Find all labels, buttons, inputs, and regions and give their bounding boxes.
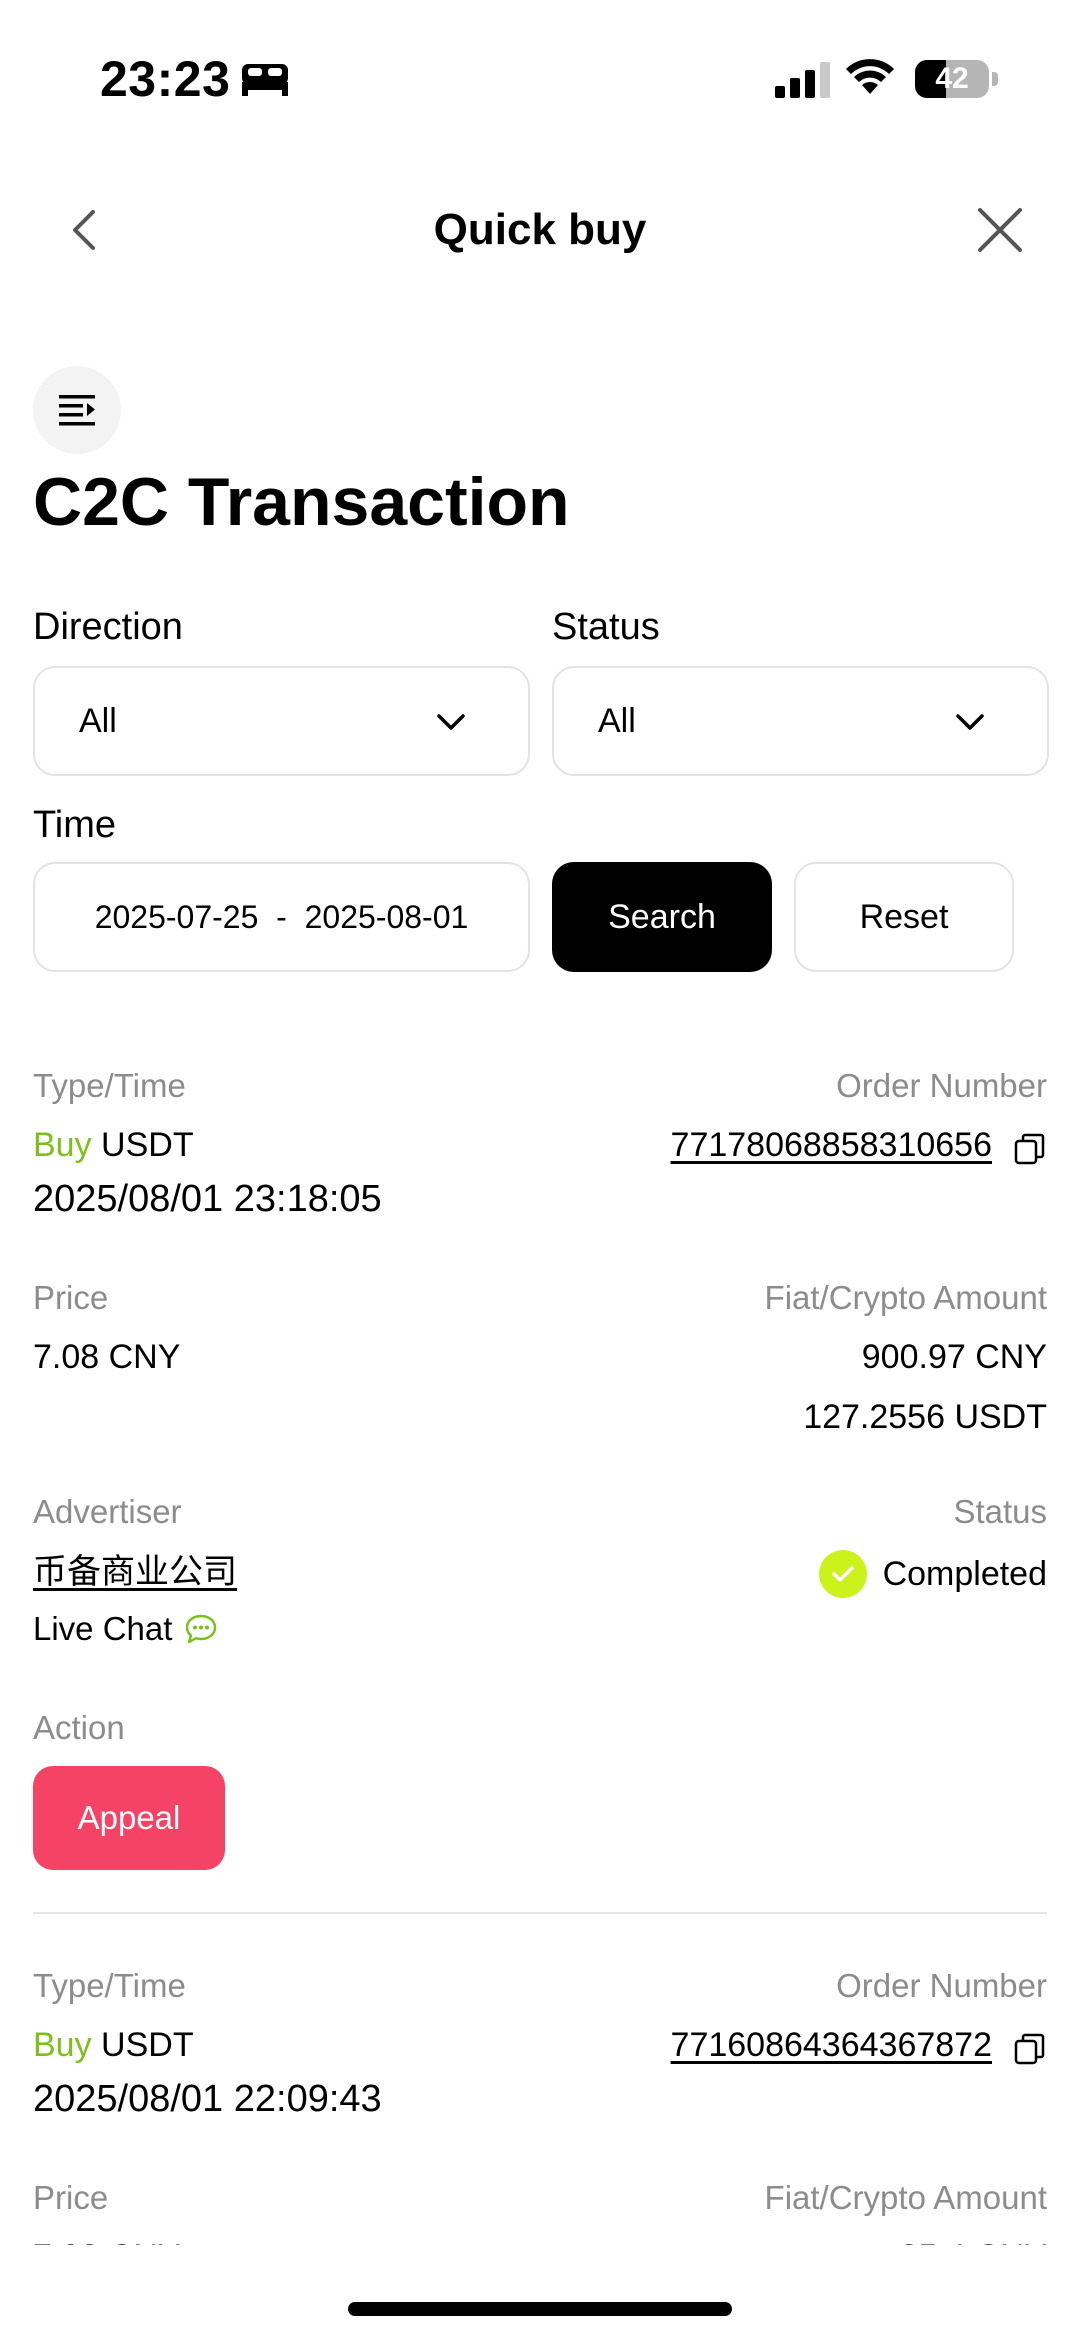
- amount-label: Fiat/Crypto Amount: [764, 2179, 1047, 2216]
- direction-buy: Buy: [33, 2026, 92, 2064]
- home-indicator[interactable]: [348, 2302, 732, 2316]
- copy-icon[interactable]: [1013, 2032, 1047, 2066]
- type-time-label: Type/Time: [33, 1967, 186, 2004]
- crypto-amount: 127.2556 USDT: [803, 1398, 1047, 1436]
- type-value: Buy USDT: [33, 2024, 194, 2066]
- transaction-datetime: 2025/08/01 23:18:05: [33, 1178, 382, 1220]
- price-value: 7.08 CNY: [33, 1338, 181, 1376]
- order-number-label: Order Number: [836, 1967, 1047, 2004]
- status-text: Completed: [882, 1555, 1047, 1593]
- check-circle-icon: [818, 1550, 867, 1598]
- status-badge: Completed: [818, 1550, 1047, 1598]
- action-label: Action: [33, 1709, 125, 1746]
- price-label: Price: [33, 2179, 109, 2216]
- order-number-label: Order Number: [836, 1067, 1047, 1104]
- records-list: Type/Time Order Number Buy USDT 77178068…: [0, 0, 1080, 2245]
- asset: USDT: [101, 1126, 194, 1164]
- order-number-link[interactable]: 77178068858310656: [671, 1124, 992, 1166]
- price-value: 7.08 CNY: [33, 2236, 180, 2245]
- status-label: Status: [953, 1493, 1047, 1530]
- price-label: Price: [33, 1279, 109, 1316]
- order-number-link[interactable]: 77160864364367872: [671, 2024, 992, 2066]
- type-time-label: Type/Time: [33, 1067, 186, 1104]
- fiat-amount: 35.4 CNY: [900, 2236, 1047, 2245]
- appeal-button[interactable]: Appeal: [33, 1766, 225, 1870]
- advertiser-label: Advertiser: [33, 1493, 182, 1530]
- type-value: Buy USDT: [33, 1124, 194, 1166]
- amount-label: Fiat/Crypto Amount: [764, 1279, 1047, 1316]
- chat-bubble-icon: [186, 1614, 217, 1644]
- asset: USDT: [101, 2026, 194, 2064]
- live-chat-label: Live Chat: [33, 1610, 173, 1647]
- advertiser-link[interactable]: 币备商业公司: [33, 1550, 237, 1594]
- direction-buy: Buy: [33, 1126, 92, 1164]
- copy-icon[interactable]: [1013, 1132, 1047, 1166]
- record-divider: [33, 1912, 1047, 1914]
- transaction-datetime: 2025/08/01 22:09:43: [33, 2078, 382, 2120]
- fiat-amount: 900.97 CNY: [861, 1338, 1047, 1376]
- live-chat-button[interactable]: Live Chat: [33, 1608, 218, 1650]
